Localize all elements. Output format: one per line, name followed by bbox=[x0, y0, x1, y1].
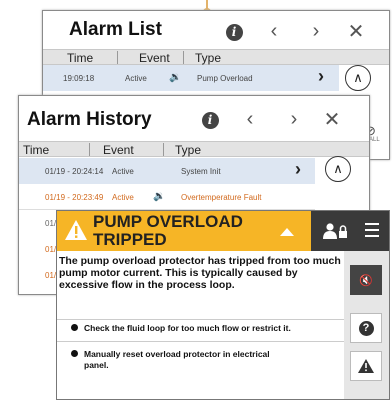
col-time: Time bbox=[67, 51, 94, 65]
row-type: Pump Overload bbox=[197, 74, 253, 83]
side-label-all: ALL bbox=[369, 137, 380, 143]
collapse-icon[interactable] bbox=[280, 228, 294, 236]
chevron-up-icon: ∧ bbox=[333, 161, 343, 176]
info-icon[interactable]: i bbox=[223, 21, 245, 43]
close-icon[interactable]: ✕ bbox=[321, 108, 343, 131]
row-time: 01/ bbox=[45, 219, 57, 228]
col-time: Time bbox=[23, 143, 50, 157]
help-button[interactable]: ? bbox=[350, 313, 382, 343]
row-type: Overtemperature Fault bbox=[181, 193, 262, 202]
table-row[interactable]: 01/19 - 20:23:49 Active 🔉 Overtemperatur… bbox=[19, 184, 315, 210]
row-time: 01/ bbox=[45, 245, 57, 254]
table-row[interactable]: 01/19 - 20:24:14 Active System Init bbox=[19, 158, 315, 184]
row-event: Active bbox=[112, 167, 134, 176]
alarm-history-titlebar: Alarm History i ‹ › ✕ bbox=[19, 96, 369, 136]
row-event: Active bbox=[112, 193, 134, 202]
top-action-bar bbox=[311, 211, 389, 251]
alarm-list-header: Time Event Type bbox=[43, 49, 389, 65]
row-open-chevron-icon[interactable]: › bbox=[318, 66, 324, 87]
mute-icon: 🔇 bbox=[359, 274, 373, 287]
scroll-up-button[interactable]: ∧ bbox=[325, 156, 351, 182]
chevron-left-icon[interactable]: ‹ bbox=[263, 20, 285, 42]
info-icon[interactable]: i bbox=[199, 109, 221, 131]
row-time: 01/ bbox=[45, 271, 57, 280]
chevron-up-icon: ∧ bbox=[353, 70, 363, 85]
chevron-right-icon[interactable]: › bbox=[283, 108, 305, 130]
alarm-description: The pump overload protector has tripped … bbox=[59, 255, 341, 291]
col-type: Type bbox=[195, 51, 222, 65]
scroll-up-button[interactable]: ∧ bbox=[345, 65, 371, 91]
alarm-title: PUMP OVERLOAD TRIPPED bbox=[93, 213, 243, 249]
alarm-title-line1: PUMP OVERLOAD bbox=[93, 212, 243, 231]
row-time: 01/19 - 20:23:49 bbox=[45, 193, 104, 202]
alarm-banner: PUMP OVERLOAD TRIPPED bbox=[57, 211, 311, 251]
alarm-title-line2: TRIPPED bbox=[93, 230, 167, 249]
row-type: System Init bbox=[181, 167, 221, 176]
speaker-icon: 🔉 bbox=[169, 72, 182, 83]
col-event: Event bbox=[103, 143, 134, 157]
alarm-actions-column: 🔇 ? bbox=[344, 251, 389, 399]
close-icon[interactable]: ✕ bbox=[345, 20, 367, 43]
step-text: Check the fluid loop for too much flow o… bbox=[84, 323, 291, 333]
row-time: 01/19 - 20:24:14 bbox=[45, 167, 104, 176]
row-time: 19:09:18 bbox=[63, 74, 95, 83]
user-lock-icon[interactable] bbox=[323, 223, 349, 239]
col-type: Type bbox=[175, 143, 202, 157]
chevron-right-icon[interactable]: › bbox=[305, 20, 327, 42]
table-row[interactable]: 01/ bbox=[19, 262, 59, 288]
row-open-chevron-icon[interactable]: › bbox=[295, 159, 301, 180]
alarm-list-titlebar: Alarm List i ‹ › ✕ bbox=[43, 11, 389, 51]
warning-details-button[interactable] bbox=[350, 351, 382, 381]
table-row[interactable]: 01/ bbox=[19, 210, 59, 236]
warning-icon bbox=[358, 359, 374, 373]
chevron-left-icon[interactable]: ‹ bbox=[239, 108, 261, 130]
row-event: Active bbox=[125, 74, 147, 83]
bullet-icon bbox=[71, 350, 78, 357]
alarm-popup: PUMP OVERLOAD TRIPPED The pump overload … bbox=[56, 210, 390, 400]
divider bbox=[57, 319, 344, 320]
speaker-icon: 🔉 bbox=[153, 191, 166, 202]
question-icon: ? bbox=[358, 320, 374, 336]
alarm-list-title: Alarm List bbox=[69, 19, 162, 40]
table-row[interactable]: 19:09:18 Active 🔉 Pump Overload bbox=[43, 65, 339, 91]
alarm-history-title: Alarm History bbox=[27, 109, 152, 130]
divider bbox=[57, 341, 344, 342]
warning-icon bbox=[65, 220, 87, 240]
alarm-history-header: Time Event Type bbox=[19, 141, 369, 157]
col-event: Event bbox=[139, 51, 170, 65]
menu-icon[interactable] bbox=[365, 223, 379, 237]
table-row[interactable]: 01/ bbox=[19, 236, 59, 262]
step-text-continued: panel. bbox=[84, 360, 109, 370]
mute-alarm-button[interactable]: 🔇 bbox=[350, 265, 382, 295]
connector-line bbox=[203, 0, 211, 16]
bullet-icon bbox=[71, 324, 78, 331]
step-text: Manually reset overload protector in ele… bbox=[84, 349, 270, 359]
